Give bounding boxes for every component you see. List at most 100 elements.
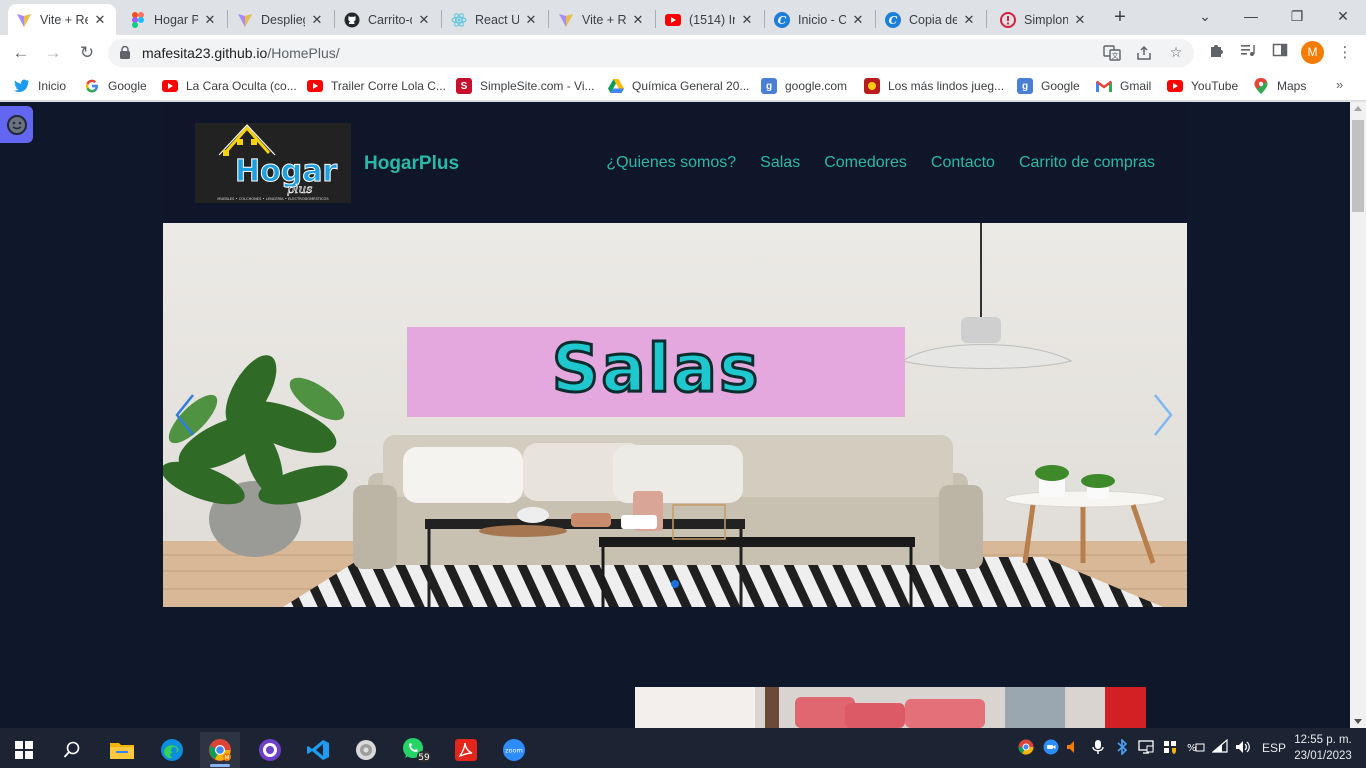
product-image-preview[interactable] xyxy=(635,687,1146,728)
bookmark-label: Google xyxy=(108,79,147,93)
carousel-next-button[interactable] xyxy=(1147,389,1177,441)
bookmark-item[interactable]: g Google xyxy=(1017,76,1080,96)
bookmark-item[interactable]: YouTube xyxy=(1167,76,1238,96)
tab-title: React Us xyxy=(475,12,519,27)
back-arrow-icon[interactable]: ← xyxy=(8,40,34,66)
close-tab-icon[interactable]: ✕ xyxy=(92,12,108,28)
search-icon[interactable] xyxy=(52,732,92,768)
tab-react-us[interactable]: React Us ✕ xyxy=(443,4,547,35)
tray-display-icon[interactable] xyxy=(1138,739,1154,758)
tab-simplon[interactable]: Simplon ✕ xyxy=(992,4,1096,35)
nav-link-salas[interactable]: Salas xyxy=(760,154,800,172)
close-tab-icon[interactable]: ✕ xyxy=(739,12,755,28)
tab-inicio-canva[interactable]: C Inicio - C ✕ xyxy=(766,4,874,35)
bookmark-item[interactable]: Trailer Corre Lola C... xyxy=(307,76,446,96)
tray-network-shield-icon[interactable] xyxy=(1162,739,1178,758)
bookmark-item[interactable]: Inicio xyxy=(14,76,66,96)
gmail-icon xyxy=(1096,78,1112,94)
tab-despliegue[interactable]: Despliegue ✕ xyxy=(229,4,333,35)
file-explorer-icon[interactable] xyxy=(102,732,142,768)
nav-link-comedores[interactable]: Comedores xyxy=(824,154,907,172)
language-indicator[interactable]: ESP xyxy=(1262,741,1286,755)
bookmark-item[interactable]: Google xyxy=(84,76,147,96)
side-panel-icon[interactable] xyxy=(1269,42,1291,64)
windows-start-icon[interactable] xyxy=(4,732,44,768)
bookmark-item[interactable]: Química General 20... xyxy=(608,76,749,96)
page-scrollbar[interactable] xyxy=(1350,102,1366,728)
extensions-puzzle-icon[interactable] xyxy=(1205,42,1227,64)
restore-icon[interactable]: ❐ xyxy=(1274,0,1320,32)
whatsapp-icon[interactable]: 59 xyxy=(396,732,436,768)
tray-chrome-icon[interactable] xyxy=(1018,739,1034,758)
bookmark-item[interactable]: La Cara Oculta (co... xyxy=(162,76,297,96)
scroll-thumb[interactable] xyxy=(1352,120,1364,212)
new-tab-button[interactable]: + xyxy=(1108,6,1132,30)
bookmark-label: Trailer Corre Lola C... xyxy=(331,79,446,93)
nav-link-quienes-somos[interactable]: ¿Quienes somos? xyxy=(606,154,736,172)
bookmark-item[interactable]: Maps xyxy=(1253,76,1306,96)
carousel-indicator-active[interactable] xyxy=(671,580,679,588)
reload-icon[interactable]: ↻ xyxy=(74,40,100,66)
brand-name[interactable]: HogarPlus xyxy=(364,153,459,175)
hogarplus-logo[interactable]: Hogar plus MUEBLES • COLCHONES • LENCERÍ… xyxy=(195,123,351,203)
close-tab-icon[interactable]: ✕ xyxy=(850,12,866,28)
forward-arrow-icon[interactable]: → xyxy=(40,40,66,66)
bookmark-item[interactable]: Gmail xyxy=(1096,76,1151,96)
app-icon[interactable] xyxy=(346,732,386,768)
bookmark-item[interactable]: S SimpleSite.com - Vi... xyxy=(456,76,594,96)
github-desktop-icon[interactable] xyxy=(250,732,290,768)
tray-bluetooth-icon[interactable] xyxy=(1116,738,1128,758)
tab-vite-react-2[interactable]: Vite + Re ✕ xyxy=(550,4,654,35)
bookmark-label: SimpleSite.com - Vi... xyxy=(480,79,595,93)
more-menu-icon[interactable]: ⋮ xyxy=(1334,42,1356,64)
bookmark-star-icon[interactable]: ☆ xyxy=(1166,44,1186,62)
zoom-icon[interactable]: zoom xyxy=(494,732,534,768)
close-tab-icon[interactable]: ✕ xyxy=(961,12,977,28)
url-text[interactable]: mafesita23.github.io/HomePlus/ xyxy=(142,45,340,61)
tab-title: Despliegue xyxy=(261,12,305,27)
tray-zoom-icon[interactable] xyxy=(1043,739,1059,758)
tray-keyboard-icon[interactable]: % xyxy=(1187,739,1205,758)
carousel-prev-button[interactable] xyxy=(171,389,201,441)
nav-link-contacto[interactable]: Contacto xyxy=(931,154,995,172)
tab-search-chevron-down-icon[interactable]: ⌄ xyxy=(1182,0,1228,32)
close-tab-icon[interactable]: ✕ xyxy=(523,12,539,28)
close-tab-icon[interactable]: ✕ xyxy=(630,12,646,28)
taskbar-clock[interactable]: 12:55 p. m. 23/01/2023 xyxy=(1290,732,1356,764)
minimize-icon[interactable]: — xyxy=(1228,0,1274,32)
translate-icon[interactable]: 文 xyxy=(1102,44,1122,62)
extension-floating-button[interactable] xyxy=(0,106,33,143)
address-bar[interactable]: mafesita23.github.io/HomePlus/ 文 ☆ xyxy=(108,39,1194,67)
bookmark-item[interactable]: g google.com xyxy=(761,76,847,96)
tray-volume-icon[interactable] xyxy=(1235,739,1251,758)
nav-link-carrito[interactable]: Carrito de compras xyxy=(1019,154,1155,172)
tab-hogar-plus[interactable]: Hogar Plus ✕ xyxy=(122,4,226,35)
tray-wifi-icon[interactable] xyxy=(1211,738,1228,758)
games-icon xyxy=(864,78,880,94)
tab-carrito[interactable]: Carrito-de ✕ xyxy=(336,4,440,35)
close-tab-icon[interactable]: ✕ xyxy=(202,12,218,28)
bookmarks-overflow-button[interactable]: » xyxy=(1336,77,1343,92)
tab-vite-react-active[interactable]: Vite + React ✕ xyxy=(8,4,116,35)
tray-microphone-icon[interactable] xyxy=(1092,739,1104,758)
tray-speaker-muted-icon[interactable] xyxy=(1066,739,1080,758)
lock-icon[interactable] xyxy=(120,46,130,59)
scroll-down-arrow-icon[interactable] xyxy=(1354,719,1362,724)
share-icon[interactable] xyxy=(1134,44,1154,62)
tab-copia-canva[interactable]: C Copia de ✕ xyxy=(877,4,985,35)
close-tab-icon[interactable]: ✕ xyxy=(1072,12,1088,28)
acrobat-icon[interactable] xyxy=(446,732,486,768)
screen: Vite + React ✕ Hogar Plus ✕ Despliegue ✕… xyxy=(0,0,1366,768)
close-tab-icon[interactable]: ✕ xyxy=(309,12,325,28)
media-queue-icon[interactable] xyxy=(1237,42,1259,64)
bookmark-item[interactable]: Los más lindos jueg... xyxy=(864,76,1004,96)
close-window-icon[interactable]: ✕ xyxy=(1320,0,1366,32)
scroll-up-arrow-icon[interactable] xyxy=(1354,106,1362,111)
close-tab-icon[interactable]: ✕ xyxy=(416,12,432,28)
tab-separator xyxy=(764,10,765,28)
edge-icon[interactable] xyxy=(152,732,192,768)
chrome-icon[interactable]: M xyxy=(200,732,240,768)
profile-avatar[interactable]: M xyxy=(1301,41,1324,64)
tab-youtube[interactable]: (1514) In ✕ xyxy=(657,4,763,35)
vscode-icon[interactable] xyxy=(298,732,338,768)
